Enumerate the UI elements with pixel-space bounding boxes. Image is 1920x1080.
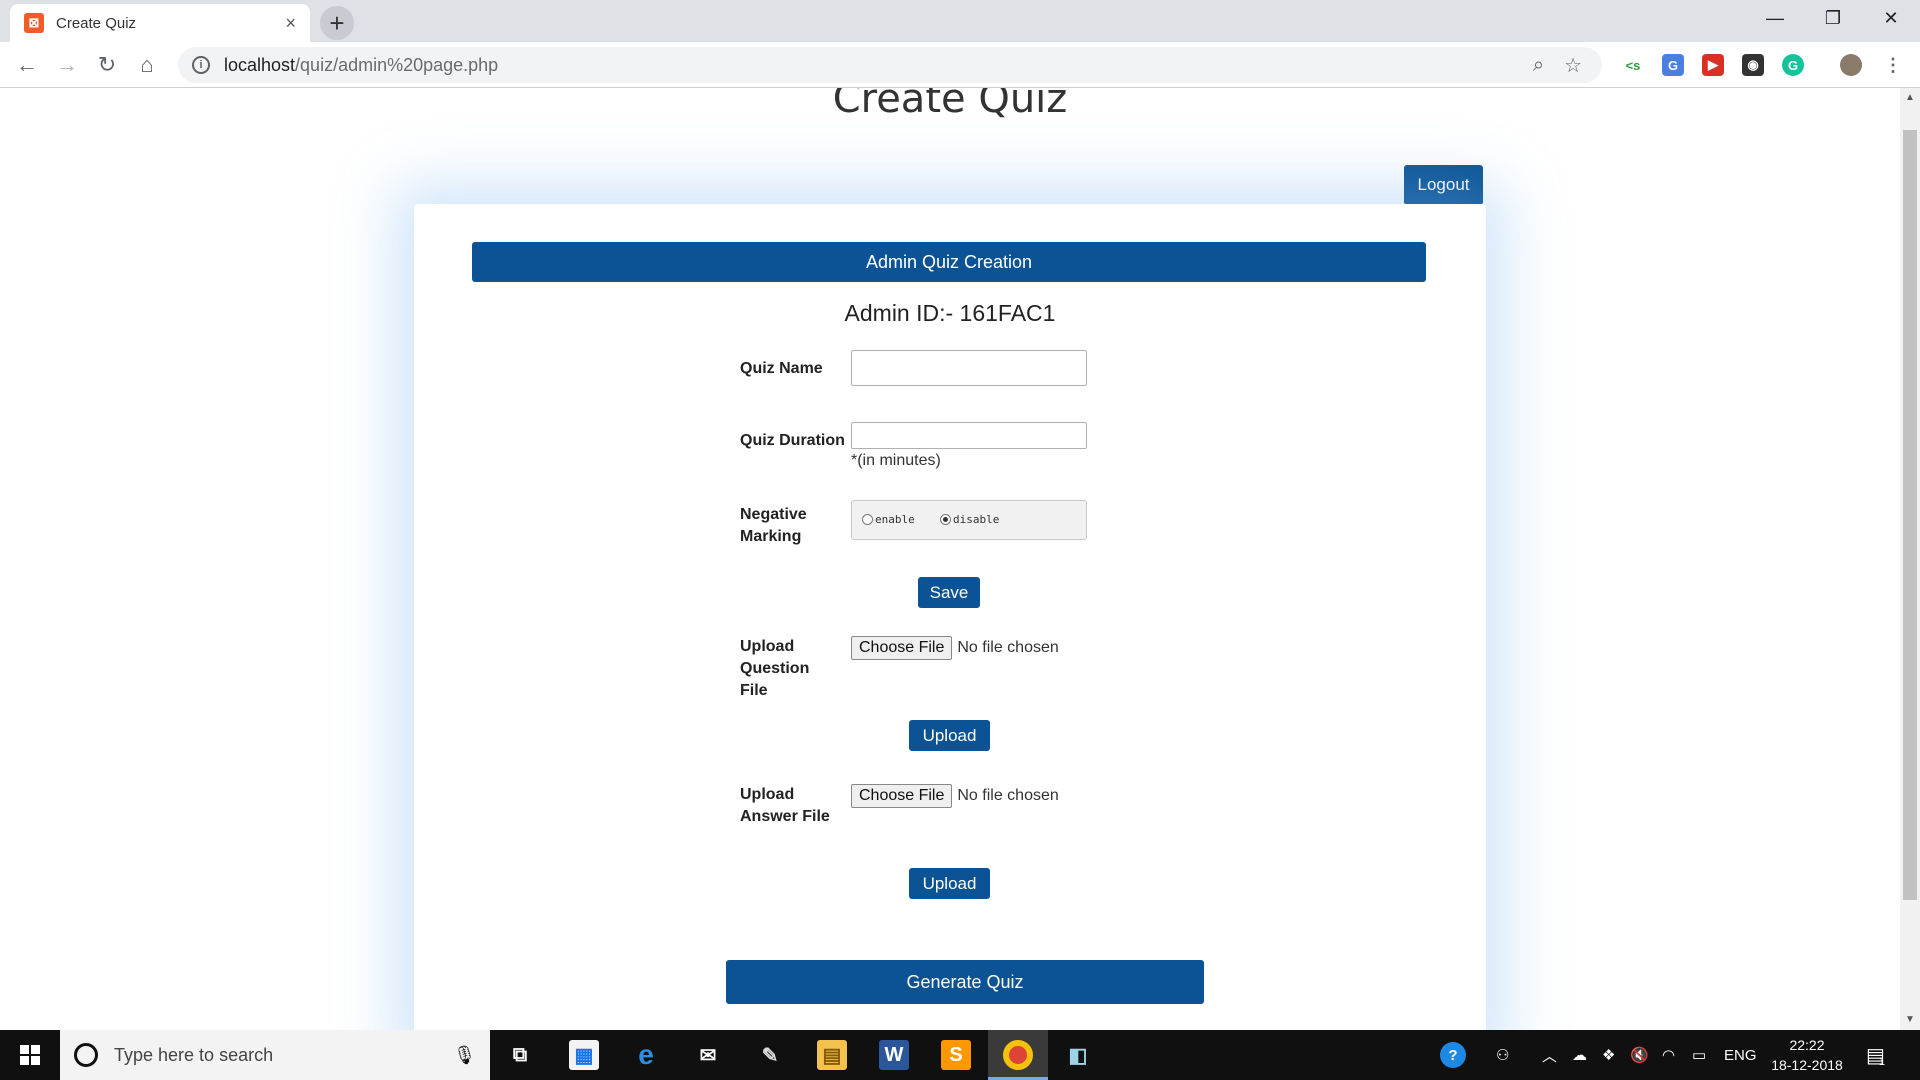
edge-icon[interactable]: e <box>631 1039 661 1070</box>
chrome-taskbar-button[interactable] <box>988 1030 1048 1080</box>
store-icon[interactable]: ▦ <box>569 1040 599 1070</box>
save-button[interactable]: Save <box>918 577 980 608</box>
reload-icon[interactable]: ↻ <box>92 50 122 80</box>
question-file-input[interactable]: Choose File No file chosen <box>851 636 1059 660</box>
volume-muted-icon[interactable]: 🔇 <box>1630 1030 1649 1080</box>
url-text[interactable]: localhost/quiz/admin%20page.php <box>224 55 1533 76</box>
upload-answer-button[interactable]: Upload <box>909 868 990 899</box>
radio-disable-label: disable <box>953 513 1000 526</box>
notification-count: 1 <box>1878 1056 1886 1068</box>
battery-icon[interactable]: ▭ <box>1692 1030 1706 1080</box>
browser-toolbar: ← → ↻ ⌂ i localhost/quiz/admin%20page.ph… <box>0 42 1920 88</box>
quiz-form-card: Admin Quiz Creation Admin ID:- 161FAC1 Q… <box>414 204 1486 1030</box>
chrome-icon <box>1003 1040 1033 1070</box>
quiz-duration-label: Quiz Duration <box>740 432 845 449</box>
sublime-text-icon[interactable]: S <box>941 1040 971 1070</box>
dropbox-icon[interactable]: ❖ <box>1602 1030 1615 1080</box>
admin-id-heading: Admin ID:- 161FAC1 <box>844 300 1056 326</box>
negative-marking-group: enable disable <box>851 500 1087 540</box>
radio-disable-circle[interactable] <box>940 514 951 525</box>
page-viewport: Create Quiz Logout Admin Quiz Creation A… <box>0 88 1900 1030</box>
generate-quiz-button[interactable]: Generate Quiz <box>726 960 1204 1004</box>
radio-disable[interactable]: disable <box>940 513 999 526</box>
address-bar[interactable]: i localhost/quiz/admin%20page.php ⌕ ☆ <box>178 47 1602 83</box>
extension-code-icon[interactable]: <s <box>1622 54 1644 76</box>
microphone-icon[interactable]: 🎙 <box>453 1045 476 1066</box>
wifi-icon[interactable]: ◠ <box>1662 1030 1675 1080</box>
forward-arrow-icon[interactable]: → <box>52 50 82 80</box>
start-button[interactable] <box>0 1030 60 1080</box>
radio-enable-circle[interactable] <box>862 514 873 525</box>
url-host: localhost <box>224 54 296 75</box>
minimize-button[interactable]: — <box>1746 0 1804 36</box>
new-tab-button[interactable]: + <box>320 6 354 40</box>
browser-tab-strip: ⊠ Create Quiz × + — ❐ ✕ <box>0 0 1920 42</box>
page-title: Create Quiz <box>832 88 1068 122</box>
extension-dark-icon[interactable]: ◉ <box>1742 54 1764 76</box>
question-choose-file-button[interactable]: Choose File <box>851 636 953 660</box>
file-explorer-icon[interactable]: ▤ <box>817 1040 847 1070</box>
zoom-icon[interactable]: ⌕ <box>1533 54 1544 77</box>
google-translate-icon[interactable]: G <box>1662 54 1684 76</box>
url-path: /quiz/admin%20page.php <box>295 54 499 75</box>
question-no-file-text: No file chosen <box>957 639 1059 656</box>
menu-kebab-icon[interactable]: ⋮ <box>1882 54 1904 76</box>
scroll-down-arrow-icon[interactable]: ▼ <box>1905 1014 1915 1025</box>
extension-red-icon[interactable]: ▶ <box>1702 54 1724 76</box>
answer-choose-file-button[interactable]: Choose File <box>851 784 953 808</box>
search-placeholder: Type here to search <box>114 1044 274 1065</box>
quiz-name-label: Quiz Name <box>740 360 823 377</box>
language-indicator[interactable]: ENG <box>1724 1030 1757 1080</box>
profile-avatar[interactable] <box>1840 54 1862 76</box>
tab-close-icon[interactable]: × <box>285 13 296 34</box>
upload-question-button[interactable]: Upload <box>909 720 990 751</box>
notepad-icon[interactable]: ◧ <box>1063 1040 1093 1070</box>
tray-chevron-icon[interactable]: ︿ <box>1542 1030 1557 1080</box>
site-info-icon[interactable]: i <box>192 56 210 74</box>
windows-logo-icon <box>20 1045 40 1065</box>
page-scrollbar[interactable]: ▲ ▼ <box>1900 88 1920 1030</box>
paint-icon[interactable]: ✎ <box>755 1040 785 1070</box>
grammarly-icon[interactable]: G <box>1782 54 1804 76</box>
quiz-name-input[interactable] <box>851 350 1087 386</box>
scrollbar-thumb[interactable] <box>1903 130 1917 900</box>
task-view-icon[interactable]: ⧉ <box>505 1040 535 1070</box>
home-icon[interactable]: ⌂ <box>132 50 162 80</box>
word-icon[interactable]: W <box>879 1040 909 1070</box>
radio-enable-label: enable <box>875 513 915 526</box>
question-file-label: Upload Question File <box>740 638 810 699</box>
taskbar-clock[interactable]: 22:22 18-12-2018 <box>1766 1035 1848 1075</box>
bookmark-star-icon[interactable]: ☆ <box>1564 53 1582 78</box>
windows-taskbar: Type here to search 🎙 ⧉ ▦ e ✉ ✎ ▤ W S ◧ … <box>0 1030 1920 1080</box>
help-icon[interactable]: ? <box>1440 1030 1466 1080</box>
logout-button[interactable]: Logout <box>1404 165 1483 205</box>
xampp-favicon-icon: ⊠ <box>24 13 44 33</box>
answer-file-label: Upload Answer File <box>740 786 830 825</box>
onedrive-icon[interactable]: ☁ <box>1572 1030 1587 1080</box>
maximize-button[interactable]: ❐ <box>1804 0 1862 36</box>
answer-file-input[interactable]: Choose File No file chosen <box>851 784 1059 808</box>
card-header: Admin Quiz Creation <box>472 242 1426 282</box>
people-icon[interactable]: ⚇ <box>1496 1030 1509 1080</box>
mail-icon[interactable]: ✉ <box>693 1040 723 1070</box>
clock-date: 18-12-2018 <box>1771 1057 1843 1073</box>
action-center-icon[interactable]: ▤ 1 <box>1866 1030 1885 1080</box>
taskbar-search-box[interactable]: Type here to search 🎙 <box>60 1030 490 1080</box>
negative-marking-label: Negative Marking <box>740 506 807 545</box>
browser-tab[interactable]: ⊠ Create Quiz × <box>10 4 310 42</box>
scroll-up-arrow-icon[interactable]: ▲ <box>1905 92 1915 103</box>
radio-enable[interactable]: enable <box>862 513 915 526</box>
back-arrow-icon[interactable]: ← <box>12 50 42 80</box>
clock-time: 22:22 <box>1789 1037 1825 1053</box>
answer-no-file-text: No file chosen <box>957 787 1059 804</box>
duration-hint: *(in minutes) <box>851 452 941 469</box>
tab-title: Create Quiz <box>56 14 137 32</box>
quiz-duration-input[interactable] <box>851 422 1087 449</box>
close-window-button[interactable]: ✕ <box>1862 0 1920 36</box>
cortana-icon <box>74 1043 98 1067</box>
